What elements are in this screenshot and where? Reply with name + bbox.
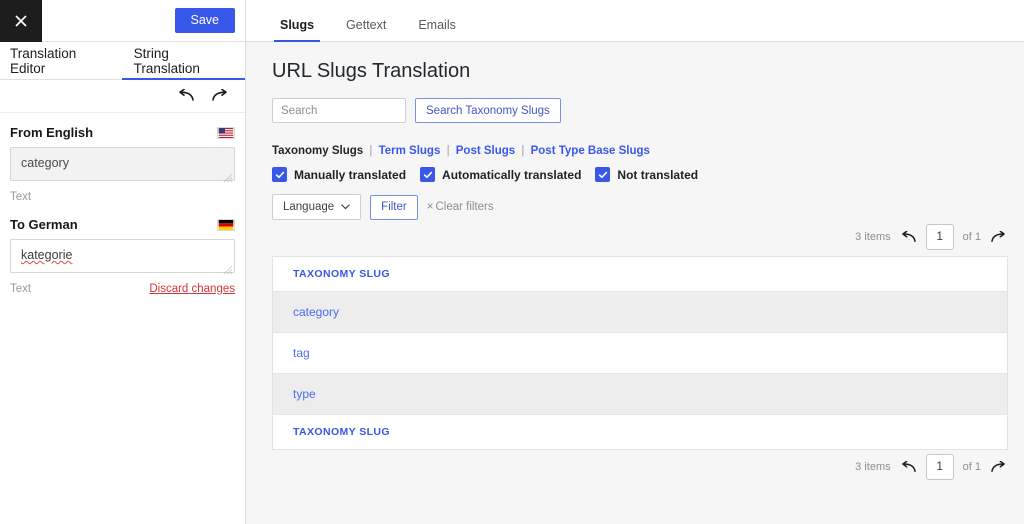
prev-arrow-icon[interactable] (900, 461, 917, 474)
target-field-wrap (10, 239, 235, 278)
table-cell-slug: type (273, 374, 1008, 415)
close-icon (14, 14, 28, 28)
checkbox-automatically-translated[interactable]: Automatically translated (420, 167, 581, 182)
discard-changes-link[interactable]: Discard changes (149, 283, 235, 295)
table-foot: TAXONOMY SLUG (273, 415, 1008, 450)
checkbox-manually-translated[interactable]: Manually translated (272, 167, 406, 182)
filter-button[interactable]: Filter (370, 195, 418, 220)
checkbox-checked-icon (595, 167, 610, 182)
table-header-row: TAXONOMY SLUG (273, 257, 1008, 292)
source-meta-label: Text (10, 191, 31, 203)
target-meta-label: Text (10, 283, 31, 295)
language-select[interactable]: Language (272, 194, 361, 220)
tab-emails[interactable]: Emails (402, 18, 472, 41)
prev-arrow-icon[interactable] (900, 231, 917, 244)
subnav-separator-2: | (447, 145, 450, 157)
history-toolbar (0, 80, 245, 113)
tab-translation-editor[interactable]: Translation Editor (0, 42, 122, 79)
slug-type-subnav: Taxonomy Slugs | Term Slugs | Post Slugs… (272, 145, 1008, 157)
column-footer-taxonomy-slug: TAXONOMY SLUG (273, 415, 1008, 450)
main-panel: Slugs Gettext Emails URL Slugs Translati… (246, 0, 1024, 524)
clear-filters-label: Clear filters (435, 201, 493, 213)
next-arrow-icon[interactable] (990, 231, 1007, 244)
target-language-header: To German (10, 217, 235, 232)
language-select-label: Language (283, 201, 334, 213)
source-language-title: From English (10, 125, 93, 140)
pagination-of-label: of 1 (963, 461, 981, 473)
translation-editor-screen: Save Translation Editor String Translati… (0, 0, 1024, 524)
checkbox-checked-icon (420, 167, 435, 182)
us-flag-icon (217, 127, 235, 139)
undo-arrow-icon[interactable] (177, 89, 195, 103)
de-flag-icon (217, 219, 235, 231)
clear-filters-link[interactable]: ×Clear filters (427, 201, 494, 213)
search-taxonomy-slugs-button[interactable]: Search Taxonomy Slugs (415, 98, 561, 123)
source-field-wrap (10, 147, 235, 186)
search-input[interactable] (272, 98, 406, 123)
subnav-separator-3: | (521, 145, 524, 157)
pagination-items-count: 3 items (855, 461, 890, 473)
source-meta-row: Text (10, 191, 235, 203)
checkbox-automatically-translated-label: Automatically translated (442, 168, 581, 182)
close-button[interactable] (0, 0, 42, 42)
subnav-separator-1: | (369, 145, 372, 157)
save-button[interactable]: Save (175, 8, 236, 33)
page-title: URL Slugs Translation (272, 60, 1008, 83)
subnav-link-post-type-base-slugs[interactable]: Post Type Base Slugs (531, 145, 650, 157)
pagination-of-label: of 1 (963, 231, 981, 243)
tab-gettext[interactable]: Gettext (330, 18, 402, 41)
tab-slugs-label: Slugs (280, 18, 314, 32)
table-body: category tag type (273, 292, 1008, 415)
table-cell-slug: category (273, 292, 1008, 333)
slug-link-type[interactable]: type (293, 387, 316, 401)
main-content: URL Slugs Translation Search Taxonomy Sl… (246, 42, 1024, 484)
target-text-field[interactable] (10, 239, 235, 273)
subnav-link-post-slugs[interactable]: Post Slugs (456, 145, 515, 157)
filter-controls: Language Filter ×Clear filters (272, 194, 1008, 220)
table-row[interactable]: type (273, 374, 1008, 415)
slug-link-tag[interactable]: tag (293, 346, 310, 360)
tab-string-translation[interactable]: String Translation (122, 42, 245, 79)
subnav-link-term-slugs[interactable]: Term Slugs (379, 145, 441, 157)
tab-gettext-label: Gettext (346, 18, 386, 32)
checkbox-not-translated[interactable]: Not translated (595, 167, 698, 182)
tab-string-translation-label: String Translation (134, 46, 233, 76)
target-meta-row: Text Discard changes (10, 283, 235, 295)
topbar-spacer (42, 0, 175, 41)
target-language-title: To German (10, 217, 78, 232)
checkbox-checked-icon (272, 167, 287, 182)
slug-link-category[interactable]: category (293, 305, 339, 319)
clear-filters-x-icon: × (427, 201, 434, 213)
table-row[interactable]: category (273, 292, 1008, 333)
table-cell-slug: tag (273, 333, 1008, 374)
subnav-current-taxonomy-slugs: Taxonomy Slugs (272, 145, 363, 157)
sidebar-body: From English Text (0, 113, 245, 295)
checkbox-manually-translated-label: Manually translated (294, 168, 406, 182)
pagination-page-input[interactable] (926, 224, 954, 250)
status-filter-checkboxes: Manually translated Automatically transl… (272, 167, 1008, 182)
checkbox-not-translated-label: Not translated (617, 168, 698, 182)
table-row[interactable]: tag (273, 333, 1008, 374)
main-tabs: Slugs Gettext Emails (246, 0, 1024, 42)
pagination-bottom: 3 items of 1 (272, 450, 1008, 484)
taxonomy-slugs-table: TAXONOMY SLUG category tag (272, 256, 1008, 450)
next-arrow-icon[interactable] (990, 461, 1007, 474)
pagination-items-count: 3 items (855, 231, 890, 243)
tab-slugs[interactable]: Slugs (264, 18, 330, 41)
column-header-taxonomy-slug: TAXONOMY SLUG (273, 257, 1008, 292)
tab-translation-editor-label: Translation Editor (10, 46, 110, 76)
source-language-header: From English (10, 125, 235, 140)
search-row: Search Taxonomy Slugs (272, 98, 1008, 123)
pagination-page-input[interactable] (926, 454, 954, 480)
tab-emails-label: Emails (418, 18, 456, 32)
source-text-field[interactable] (10, 147, 235, 181)
chevron-down-icon (341, 204, 350, 210)
sidebar-tabs: Translation Editor String Translation (0, 42, 245, 80)
redo-arrow-icon[interactable] (211, 89, 229, 103)
sidebar-topbar: Save (0, 0, 245, 42)
translation-sidebar: Save Translation Editor String Translati… (0, 0, 246, 524)
pagination-top: 3 items of 1 (272, 220, 1008, 254)
table-footer-row: TAXONOMY SLUG (273, 415, 1008, 450)
table-head: TAXONOMY SLUG (273, 257, 1008, 292)
